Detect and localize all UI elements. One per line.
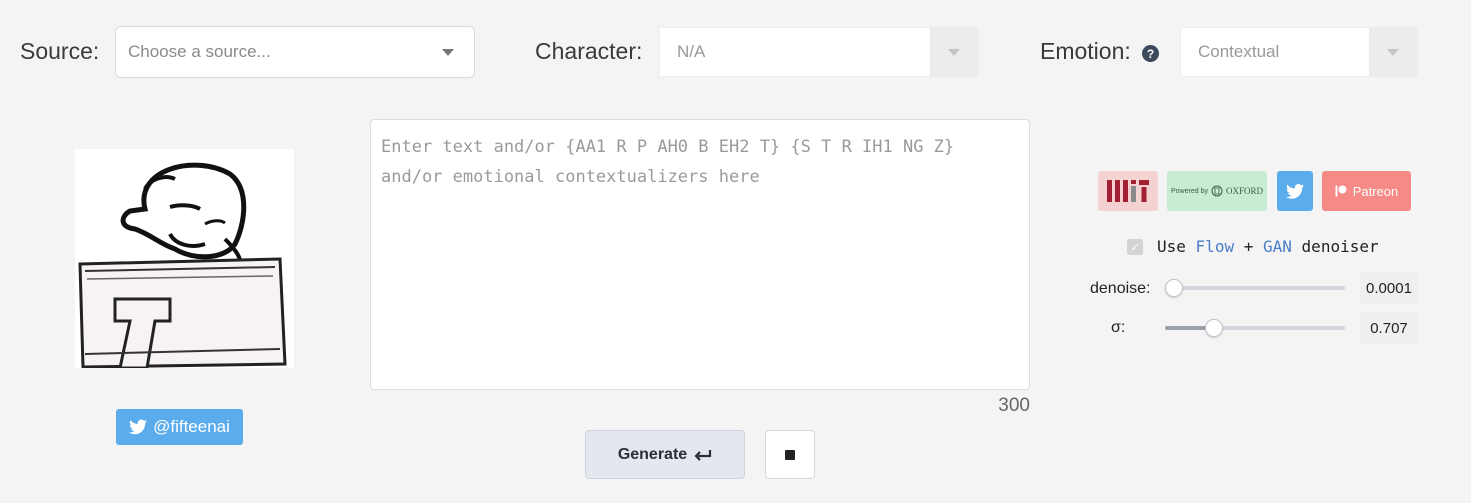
denoiser-use-word: Use [1157,237,1186,256]
denoiser-flow-word: Flow [1195,237,1235,256]
slider-thumb[interactable] [1165,279,1183,297]
emotion-select[interactable]: Contextual [1180,27,1418,77]
twitter-bird-icon [129,419,148,435]
patreon-badge[interactable]: Patreon [1322,171,1411,211]
question-circle-icon[interactable]: ? [1142,45,1159,62]
stop-button[interactable] [765,430,815,479]
character-select[interactable]: N/A [659,27,979,77]
denoiser-tail-word: denoiser [1301,237,1379,256]
source-label: Source: [20,38,100,64]
character-illustration [75,149,294,370]
mit-badge[interactable] [1098,171,1158,211]
emotion-dropdown-toggle[interactable] [1369,28,1417,76]
denoise-value[interactable]: 0.0001 [1360,272,1418,304]
oxford-name-text: OXFORD [1225,186,1263,196]
sigma-label: σ: [1111,319,1126,336]
oxford-powered-text: Powered by [1171,187,1208,195]
denoiser-text: Use Flow + GAN denoiser [1157,237,1379,256]
denoise-slider[interactable] [1165,279,1345,297]
twitter-badge[interactable] [1277,171,1313,211]
twitter-bird-icon [1286,183,1304,199]
generate-button[interactable]: Generate [585,430,745,479]
character-value: N/A [677,42,706,61]
sigma-slider[interactable] [1165,319,1345,337]
source-placeholder: Choose a source... [128,42,271,61]
sigma-value[interactable]: 0.707 [1360,312,1418,344]
denoiser-gan-word: GAN [1263,237,1292,256]
stop-icon [785,449,795,460]
emotion-label: Emotion: [1040,38,1131,64]
denoiser-checkbox[interactable]: ✓ [1127,238,1143,255]
patreon-label: Patreon [1352,183,1399,199]
text-input[interactable]: Enter text and/or {AA1 R P AH0 B EH2 T} … [370,119,1030,390]
oxford-badge[interactable]: Powered by OXFORD [1167,171,1267,211]
mit-logo-icon [1107,180,1149,202]
generate-label: Generate [617,445,688,463]
patreon-icon [1335,185,1347,197]
twitter-handle-text: @fifteenai [153,417,230,436]
chevron-down-icon [948,48,960,56]
chevron-down-icon [1387,48,1399,56]
twitter-handle-badge[interactable]: @fifteenai [116,409,243,445]
character-label: Character: [535,38,643,64]
avatar [75,149,294,370]
enter-key-icon [694,449,712,461]
oxford-crest-icon [1211,185,1223,197]
denoiser-toggle[interactable]: ✓ Use Flow + GAN denoiser [1127,237,1379,256]
denoiser-plus-sign: + [1243,237,1254,256]
chevron-down-icon [442,48,454,56]
character-count: 300 [998,395,1030,416]
denoise-label: denoise: [1090,280,1151,297]
source-select[interactable]: Choose a source... [115,26,475,78]
character-dropdown-toggle[interactable] [930,28,978,76]
emotion-value: Contextual [1198,42,1280,61]
slider-thumb[interactable] [1205,319,1223,337]
